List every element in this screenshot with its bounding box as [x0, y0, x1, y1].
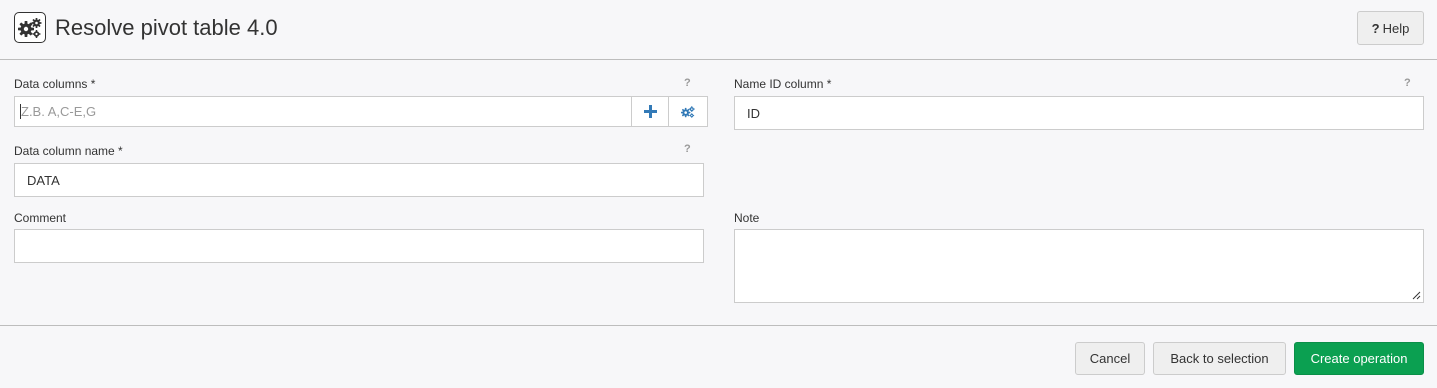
name-id-column-input[interactable]: ID — [734, 96, 1424, 130]
note-label: Note — [734, 211, 760, 225]
name-id-column-help-icon[interactable]: ? — [1404, 77, 1411, 89]
note-textarea[interactable] — [734, 229, 1424, 303]
data-columns-label: Data columns * — [14, 77, 96, 91]
data-columns-placeholder: Z.B. A,C-E,G — [21, 104, 97, 119]
name-id-column-value: ID — [747, 105, 760, 121]
data-column-name-help-icon[interactable]: ? — [684, 143, 691, 155]
data-column-name-label: Data column name * — [14, 144, 123, 158]
data-column-name-input[interactable]: DATA — [14, 163, 704, 197]
help-button[interactable]: ? Help — [1357, 11, 1424, 45]
data-columns-input[interactable]: Z.B. A,C-E,G — [14, 96, 632, 127]
data-columns-help-icon[interactable]: ? — [684, 77, 691, 89]
comment-input[interactable] — [14, 229, 704, 263]
gears-icon — [14, 12, 46, 43]
help-label: Help — [1382, 20, 1410, 36]
add-column-button[interactable] — [631, 96, 669, 127]
name-id-column-label: Name ID column * — [734, 77, 832, 91]
plus-icon — [643, 105, 657, 118]
cancel-button[interactable]: Cancel — [1075, 342, 1145, 375]
footer-divider — [0, 325, 1437, 326]
resize-grip-icon[interactable] — [1412, 291, 1421, 300]
back-to-selection-button[interactable]: Back to selection — [1153, 342, 1286, 375]
question-icon: ? — [1371, 20, 1380, 36]
data-column-name-value: DATA — [27, 172, 60, 188]
create-operation-button[interactable]: Create operation — [1294, 342, 1424, 375]
header: Resolve pivot table 4.0 ? Help — [0, 0, 1437, 60]
select-columns-button[interactable] — [668, 96, 708, 127]
page-title: Resolve pivot table 4.0 — [55, 15, 278, 40]
gears-icon — [681, 105, 695, 118]
comment-label: Comment — [14, 211, 67, 225]
